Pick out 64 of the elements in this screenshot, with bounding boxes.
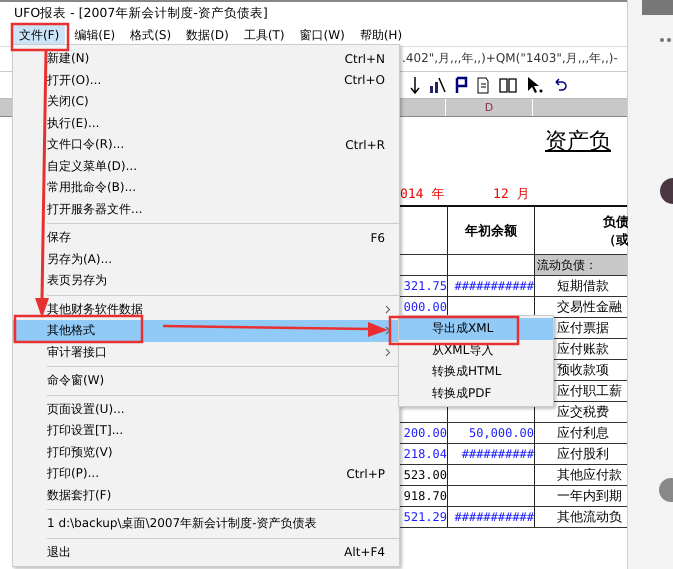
menu-bar-item[interactable]: 编辑(E) bbox=[68, 24, 122, 46]
menu-bar-item[interactable]: 格式(S) bbox=[124, 24, 178, 46]
window-title: UFO报表 - [2007年新会计制度-资产负债表] bbox=[14, 4, 268, 22]
table-cell: 50,000.00 bbox=[448, 423, 535, 443]
table-cell-text: 其他应付款 bbox=[556, 467, 623, 485]
table-cell-text: 应付股利 bbox=[556, 446, 610, 464]
menu-item[interactable]: 新建(N) Ctrl+N bbox=[13, 48, 399, 70]
menu-item[interactable]: 审计署接口 bbox=[13, 342, 399, 363]
page-icon[interactable] bbox=[476, 76, 490, 94]
table-header-cell: 年初余额 bbox=[448, 207, 535, 254]
sheet-title: 资产负 bbox=[545, 128, 611, 156]
menu-item[interactable]: 文件口令(R)... Ctrl+R bbox=[13, 134, 399, 156]
menu-item[interactable]: 转换成HTML bbox=[399, 361, 553, 382]
chart-icon[interactable] bbox=[428, 76, 446, 94]
table-cell-text: 应付账款 bbox=[556, 341, 610, 359]
menu-item[interactable]: 命令窗(W) bbox=[13, 370, 399, 392]
panel-header bbox=[642, 0, 673, 15]
menu-item[interactable]: 关闭(C) bbox=[13, 91, 399, 112]
table-cell-text: 一年内到期 bbox=[556, 488, 623, 506]
pointer-help-icon[interactable] bbox=[526, 76, 544, 94]
table-cell: 流动负债： bbox=[535, 255, 631, 275]
book-icon[interactable] bbox=[498, 76, 518, 94]
table-cell-text: 应交税费 bbox=[556, 404, 610, 422]
menu-item[interactable]: 执行(E)... bbox=[13, 112, 399, 134]
menu-item[interactable]: 打开(O)... Ctrl+O bbox=[13, 70, 399, 91]
sort-icon[interactable] bbox=[410, 76, 420, 94]
menu-bar-item[interactable]: 工具(T) bbox=[238, 24, 291, 46]
menu-item[interactable]: 另存为(A)... bbox=[13, 248, 399, 270]
table-cell-text: 应付职工薪 bbox=[556, 383, 623, 401]
table-cell: ########### bbox=[448, 507, 535, 527]
year-label: 014 年 bbox=[400, 186, 446, 204]
menu-bar-item[interactable]: 帮助(H) bbox=[354, 24, 408, 46]
month-label: 12 月 bbox=[493, 186, 530, 204]
table-cell-text: 其他流动负 bbox=[556, 509, 623, 527]
table-cell: ########### bbox=[448, 276, 535, 296]
menu-item[interactable]: 自定义菜单(D)... bbox=[13, 156, 399, 177]
highlight-box bbox=[10, 22, 70, 52]
more-icon[interactable] bbox=[660, 38, 671, 42]
menu-item[interactable]: 退出 Alt+F4 bbox=[13, 542, 399, 563]
menu-item[interactable]: 打印设置[T]... bbox=[13, 420, 399, 442]
table-header-cell-text: 负债 （或 bbox=[602, 214, 630, 250]
menu-item[interactable]: 页面设置(U)... bbox=[13, 398, 399, 420]
menu-item[interactable]: 打开服务器文件... bbox=[13, 198, 399, 220]
flag-icon[interactable] bbox=[454, 76, 468, 94]
menu-item[interactable]: 数据套打(F) bbox=[13, 484, 399, 506]
menu-item[interactable]: 其他财务软件数据 bbox=[13, 298, 399, 320]
table-cell-text: 交易性金融 bbox=[556, 299, 623, 317]
table-cell-text: 短期借款 bbox=[556, 278, 610, 296]
table-cell-text: 应付票据 bbox=[556, 320, 610, 338]
menu-item[interactable]: 1 d:\backup\桌面\2007年新会计制度-资产负债表 bbox=[13, 513, 399, 534]
table-cell-text: 应付利息 bbox=[556, 425, 610, 443]
menu-item[interactable]: 保存 F6 bbox=[13, 227, 399, 248]
menu-item[interactable]: 打印预览(V) bbox=[13, 442, 399, 463]
formula-field[interactable]: .402",月,,,年,,)+QM("1403",月,,,年,,)- bbox=[400, 47, 627, 71]
menu-item[interactable]: 转换成PDF bbox=[399, 382, 553, 404]
menu-item[interactable]: 导出成XML bbox=[399, 318, 553, 340]
table-cell: ########## bbox=[448, 444, 535, 464]
menu-bar-item[interactable]: 数据(D) bbox=[180, 24, 235, 46]
column-header[interactable]: D bbox=[445, 99, 532, 116]
menu-item[interactable]: 常用批命令(B)... bbox=[13, 177, 399, 198]
menu-item[interactable]: 表页另存为 bbox=[13, 270, 399, 292]
menu-bar-item[interactable]: 窗口(W) bbox=[294, 24, 351, 46]
menu-item[interactable]: 打印(P)... Ctrl+P bbox=[13, 463, 399, 484]
table-cell-text: 预收款项 bbox=[556, 362, 610, 380]
